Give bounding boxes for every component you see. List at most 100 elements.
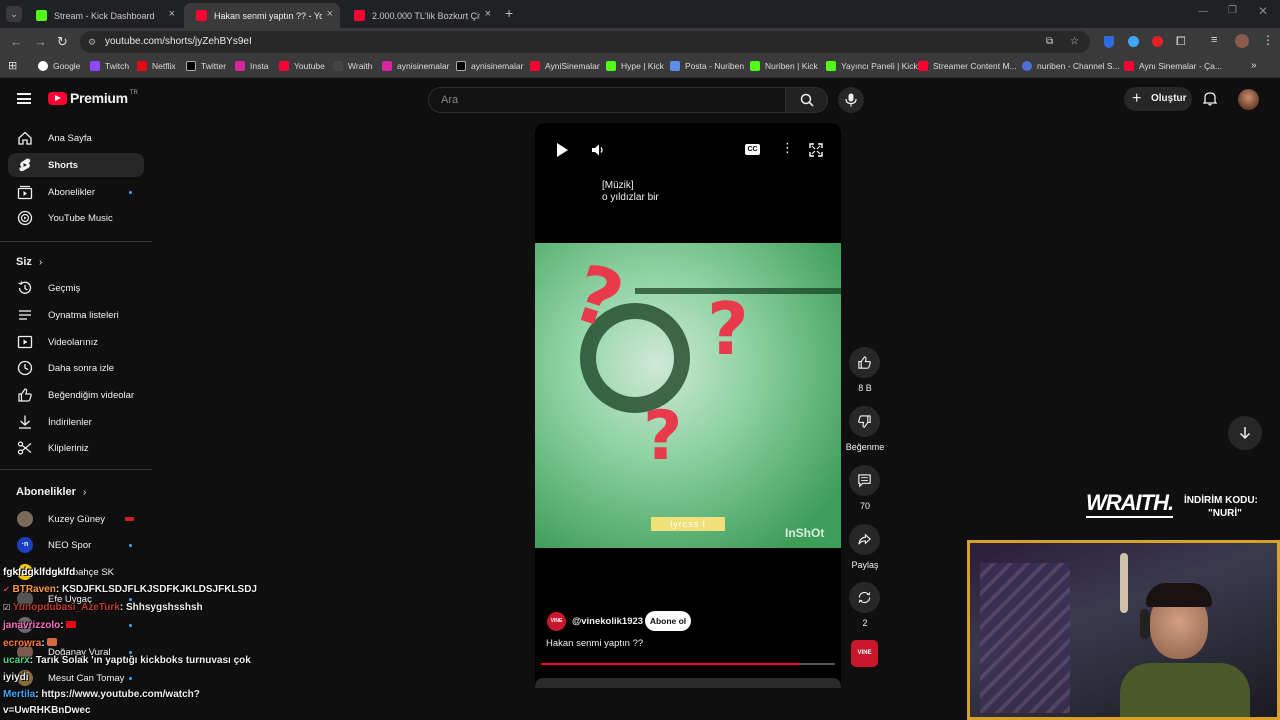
voice-search-button[interactable] (838, 87, 864, 113)
bookmark-streamer-content[interactable]: Streamer Content M... (918, 61, 1017, 71)
tab-youtube-video[interactable]: 2.000.000 TL'lik Bozkurt Çiftliği... × (342, 3, 498, 28)
bookmark-twitch[interactable]: Twitch (90, 61, 129, 71)
bookmark-nuriben-kick[interactable]: Nuriben | Kick (750, 61, 818, 71)
badge-icon: ☑ (3, 603, 11, 612)
close-icon[interactable]: × (485, 8, 491, 20)
sidebar-item-home[interactable]: Ana Sayfa (8, 126, 144, 150)
volume-icon[interactable] (591, 143, 605, 157)
tab-youtube-short[interactable]: Hakan senmi yaptın ?? - YouTube × (184, 3, 340, 28)
sidebar-item-playlists[interactable]: Oynatma listeleri (8, 303, 144, 327)
apps-grid-icon[interactable]: ⊞ (8, 59, 17, 72)
back-icon[interactable]: ← (10, 34, 23, 49)
bookmark-hype-kick[interactable]: Hype | Kick (606, 61, 664, 71)
emote-icon (47, 638, 58, 646)
audio-source-thumbnail[interactable]: VINE (851, 640, 878, 667)
bookmark-star-icon[interactable]: ☆ (1070, 31, 1079, 53)
next-short-preview[interactable] (535, 678, 841, 688)
maximize-button[interactable]: ❐ (1228, 5, 1237, 16)
sidebar-item-history[interactable]: Geçmiş (8, 276, 144, 300)
profile-avatar[interactable] (1235, 34, 1249, 48)
create-button[interactable]: + Oluştur (1124, 87, 1192, 111)
more-options-icon[interactable]: ⋮ (781, 140, 794, 156)
bookmark-wraith[interactable]: Wraith (333, 61, 372, 71)
close-icon[interactable]: × (327, 8, 333, 20)
closed-captions-icon[interactable]: CC (745, 144, 760, 155)
channel-handle[interactable]: @vinekolik1923 (572, 616, 643, 627)
subscribe-button[interactable]: Abone ol (645, 611, 691, 631)
sidebar-item-downloads[interactable]: İndirilenler (8, 410, 144, 434)
bookmark-google[interactable]: Google (38, 61, 80, 71)
region-code: TR (129, 90, 138, 96)
bookmark-ayni-sinemalar[interactable]: Aynı Sinemalar - Ça... (1124, 61, 1222, 71)
bookmark-insta[interactable]: Insta (235, 61, 268, 71)
chat-message: iyiydi (3, 672, 29, 683)
reload-icon[interactable]: ↻ (57, 34, 68, 50)
new-tab-button[interactable]: + (505, 5, 513, 21)
short-title: Hakan senmi yaptın ?? (546, 638, 644, 649)
remix-button[interactable] (849, 582, 880, 613)
next-short-button[interactable] (1228, 416, 1262, 450)
sidebar-item-shorts[interactable]: Shorts (8, 153, 144, 177)
bookmark-twitter[interactable]: Twitter (186, 61, 226, 71)
sidebar-item-watch-later[interactable]: Daha sonra izle (8, 356, 144, 380)
sidebar-item-liked-videos[interactable]: Beğendiğim videolar (8, 383, 144, 407)
bookmark-label: aynisinemalar (397, 61, 450, 71)
subscription-item[interactable]: Kuzey Güney (8, 507, 144, 531)
bookmark-nuriben-channel[interactable]: nuriben - Channel S... (1022, 61, 1120, 71)
microphone-icon (845, 93, 857, 107)
tab-kick-dashboard[interactable]: Stream - Kick Dashboard × (24, 3, 182, 28)
install-icon[interactable]: ⧉ (1046, 31, 1053, 53)
search-input[interactable]: Ara (428, 87, 786, 113)
url-input[interactable]: ⚙ youtube.com/shorts/jyZehBYs9eI ⧉ ☆ (80, 31, 1090, 53)
bookmark-aynisinemalar-yt[interactable]: AyniSinemalar (530, 61, 600, 71)
bookmark-yayinci-paneli[interactable]: Yayıncı Paneli | Kick (826, 61, 918, 71)
short-video-frame[interactable]: ? ? ? lyrcss l InShOt (535, 243, 841, 548)
tab-search-button[interactable]: ⌄ (6, 6, 22, 22)
bookmark-posta[interactable]: Posta - Nuriben (670, 61, 744, 71)
bookmark-label: aynisinemalar (471, 61, 524, 71)
notifications-bell-icon[interactable] (1203, 91, 1217, 106)
bookmark-aynisinemalar-insta[interactable]: aynisinemalar (382, 61, 449, 71)
home-icon (18, 131, 32, 145)
play-button[interactable] (557, 143, 568, 157)
inshot-watermark: InShOt (785, 526, 825, 540)
minimize-button[interactable]: — (1198, 6, 1208, 17)
close-icon[interactable]: × (169, 8, 175, 20)
bookmark-youtube[interactable]: Youtube (279, 61, 325, 71)
sidebar-item-your-videos[interactable]: Videolarınız (8, 330, 144, 354)
bookmark-netflix[interactable]: Netflix (137, 61, 176, 71)
search-icon (800, 93, 814, 107)
share-button[interactable] (849, 524, 880, 555)
fullscreen-icon[interactable] (809, 143, 823, 157)
sidebar-item-clips[interactable]: Klipleriniz (8, 436, 144, 460)
extension-red-icon[interactable] (1152, 36, 1163, 47)
media-control-icon[interactable]: ≡ (1211, 34, 1217, 46)
comments-button[interactable] (849, 465, 880, 496)
dislike-button[interactable] (849, 406, 880, 437)
browser-menu-icon[interactable]: ⋮ (1262, 33, 1274, 47)
more-bookmarks-icon[interactable]: » (1251, 60, 1257, 71)
sidebar-item-subscriptions[interactable]: Abonelikler (8, 180, 144, 204)
site-info-icon[interactable]: ⚙ (88, 31, 96, 53)
close-window-button[interactable]: ✕ (1258, 4, 1268, 18)
chat-text: : Shhsygshsshsh (119, 602, 203, 613)
extension-globe-icon[interactable] (1128, 36, 1139, 47)
progress-track[interactable] (541, 663, 835, 665)
share-label: Paylaş (851, 560, 879, 570)
account-avatar[interactable] (1238, 89, 1259, 110)
shorts-icon (19, 158, 31, 172)
subscriptions-section-title[interactable]: Abonelikler › (16, 486, 86, 498)
extension-shield-icon[interactable] (1104, 36, 1114, 48)
youtube-premium-logo[interactable]: Premium TR (48, 90, 138, 106)
forward-icon[interactable]: → (34, 34, 47, 49)
bookmark-aynisinemalar-x[interactable]: aynisinemalar (456, 61, 523, 71)
like-button[interactable] (849, 347, 880, 378)
x-icon (186, 61, 196, 71)
sidebar-item-youtube-music[interactable]: YouTube Music (8, 206, 144, 230)
subscription-item[interactable]: ·n NEO Spor (8, 533, 144, 557)
channel-avatar[interactable]: VINE (547, 612, 566, 631)
hamburger-menu-icon[interactable] (17, 93, 31, 104)
you-section-title[interactable]: Siz › (16, 256, 42, 268)
search-button[interactable] (786, 87, 828, 113)
extensions-puzzle-icon[interactable]: ⧠ (1176, 34, 1186, 49)
